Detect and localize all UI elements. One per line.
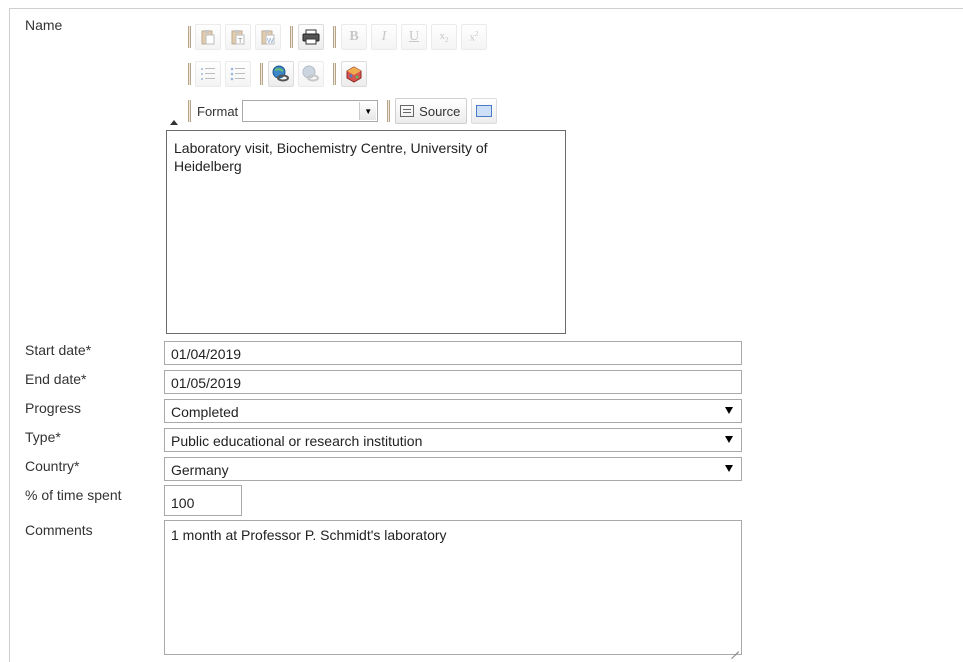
country-select[interactable]: Germany [164, 457, 742, 481]
source-label: Source [419, 103, 461, 119]
underline-icon: U [408, 29, 420, 44]
svg-text:W: W [267, 38, 274, 45]
link-button[interactable] [268, 61, 294, 87]
comments-label: Comments [25, 522, 93, 538]
progress-value: Completed [171, 404, 239, 420]
image-icon [346, 66, 362, 83]
toolbar-grip[interactable] [188, 63, 191, 85]
unlink-button[interactable] [298, 61, 324, 87]
country-label: Country* [25, 458, 80, 474]
show-blocks-button[interactable] [471, 98, 498, 124]
italic-icon: I [381, 29, 387, 44]
toolbar-separator [260, 63, 263, 85]
time-spent-input[interactable]: 100 [164, 485, 242, 516]
superscript-button[interactable]: x2 [461, 24, 487, 50]
name-label: Name [25, 17, 63, 33]
end-date-input[interactable]: 01/05/2019 [164, 370, 742, 394]
bold-icon: B [349, 29, 359, 44]
type-select[interactable]: Public educational or research instituti… [164, 428, 742, 452]
toolbar-row-1: T W B I U x2 x2 [188, 23, 491, 51]
country-value: Germany [171, 462, 229, 478]
name-rich-text-editor: T W B I U x2 x2 Format ▼ Source Laborato… [166, 16, 566, 334]
image-button[interactable] [341, 61, 367, 87]
toolbar-grip[interactable] [188, 26, 191, 48]
print-icon [302, 29, 320, 45]
end-date-label: End date* [25, 371, 87, 387]
link-icon [272, 65, 289, 82]
paste-text-button[interactable]: T [225, 24, 251, 50]
unlink-icon [302, 65, 319, 82]
numbered-list-icon [201, 68, 215, 80]
toolbar-separator [387, 100, 391, 122]
bold-button[interactable]: B [341, 24, 367, 50]
toolbar-row-2 [188, 60, 371, 88]
editor-toolbar: T W B I U x2 x2 Format ▼ Source [166, 16, 566, 130]
toolbar-separator [333, 26, 336, 48]
time-spent-label: % of time spent [25, 487, 122, 503]
print-button[interactable] [298, 24, 324, 50]
start-date-label: Start date* [25, 342, 92, 358]
chevron-down-icon: ▼ [359, 102, 377, 120]
start-date-input[interactable]: 01/04/2019 [164, 341, 742, 365]
paste-text-icon: T [231, 30, 245, 45]
bulleted-list-icon [230, 67, 245, 81]
toolbar-grip[interactable] [188, 100, 191, 122]
source-button[interactable]: Source [395, 98, 468, 124]
italic-button[interactable]: I [371, 24, 397, 50]
paste-word-icon: W [261, 30, 275, 45]
superscript-icon: x2 [469, 30, 479, 44]
toolbar-separator [333, 63, 336, 85]
chevron-down-icon [725, 436, 733, 443]
form-frame-top-border [9, 8, 963, 9]
source-icon [400, 105, 415, 117]
format-label: Format [197, 103, 239, 119]
subscript-icon: x2 [439, 29, 449, 45]
toolbar-separator [290, 26, 293, 48]
comments-value: 1 month at Professor P. Schmidt's labora… [171, 527, 447, 543]
format-dropdown[interactable]: ▼ [242, 100, 379, 122]
paste-button[interactable] [195, 24, 221, 50]
paste-icon [201, 30, 215, 45]
progress-label: Progress [25, 400, 82, 416]
name-editor-content[interactable]: Laboratory visit, Biochemistry Centre, U… [166, 130, 566, 334]
type-value: Public educational or research instituti… [171, 433, 423, 449]
paste-word-button[interactable]: W [255, 24, 281, 50]
toolbar-row-3: Format ▼ Source [188, 97, 498, 125]
resize-handle-icon[interactable] [731, 644, 739, 652]
bulleted-list-button[interactable] [225, 61, 251, 87]
numbered-list-button[interactable] [195, 61, 221, 87]
subscript-button[interactable]: x2 [431, 24, 457, 50]
collapse-toolbar-icon[interactable] [170, 120, 178, 125]
comments-textarea[interactable]: 1 month at Professor P. Schmidt's labora… [164, 520, 742, 655]
show-blocks-icon [476, 105, 493, 117]
chevron-down-icon [725, 407, 733, 414]
form-frame-left-border [9, 8, 10, 662]
svg-text:T: T [238, 38, 243, 45]
type-label: Type* [25, 429, 61, 445]
chevron-down-icon [725, 465, 733, 472]
underline-button[interactable]: U [401, 24, 427, 50]
progress-select[interactable]: Completed [164, 399, 742, 423]
